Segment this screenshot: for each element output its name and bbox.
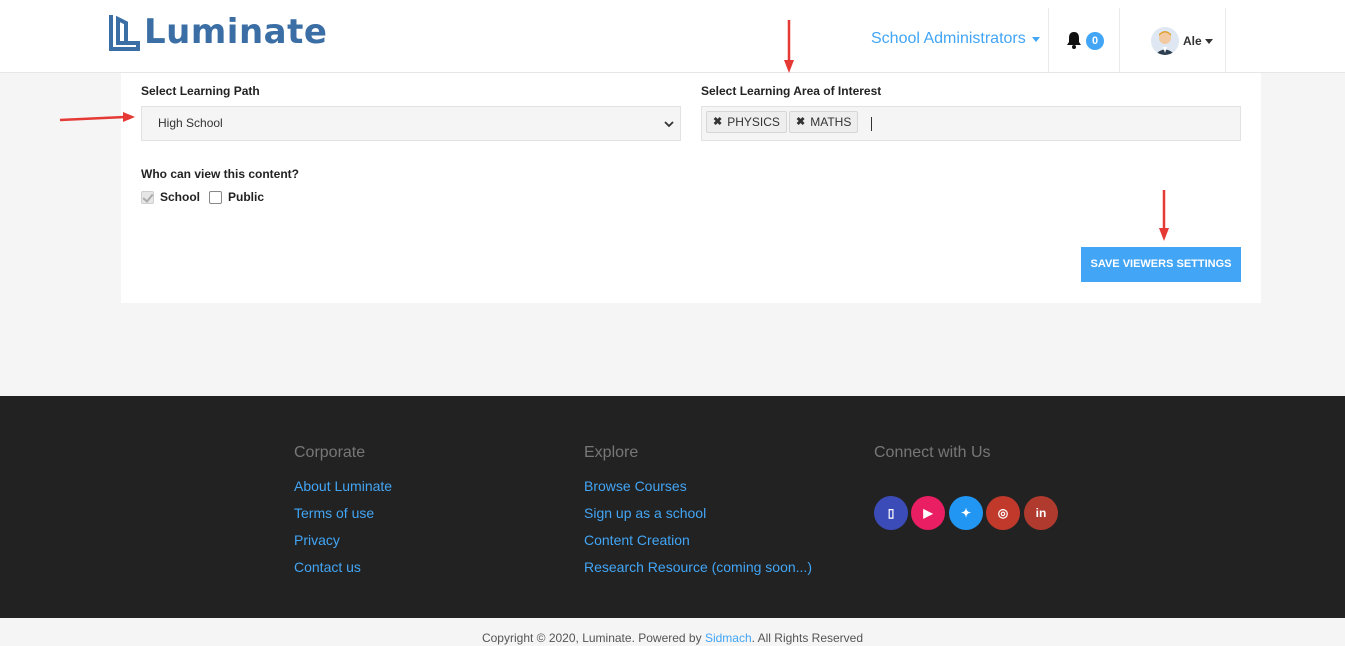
learning-path-select[interactable]: High School <box>141 106 681 141</box>
annotation-arrow-icon <box>1159 190 1169 241</box>
footer-link-terms[interactable]: Terms of use <box>294 505 374 521</box>
remove-tag-icon[interactable]: ✖ <box>713 112 722 132</box>
learning-path-label: Select Learning Path <box>141 84 260 98</box>
luminate-logo[interactable]: Luminate <box>108 10 327 54</box>
chevron-down-icon <box>1204 38 1213 44</box>
chevron-down-icon <box>664 121 674 128</box>
footer-link-privacy[interactable]: Privacy <box>294 532 340 548</box>
tag-label: MATHS <box>810 115 852 129</box>
footer-link-contact[interactable]: Contact us <box>294 559 361 575</box>
annotation-arrow-icon <box>784 20 794 73</box>
notification-badge: 0 <box>1086 32 1104 50</box>
checkbox-school-row[interactable]: School <box>141 190 200 204</box>
youtube-icon[interactable]: ▶ <box>911 496 945 530</box>
chevron-down-icon <box>1031 36 1040 42</box>
public-checkbox[interactable] <box>209 190 222 204</box>
text-cursor <box>871 117 872 131</box>
annotation-arrow-icon <box>59 112 135 122</box>
site-footer: Corporate About Luminate Terms of use Pr… <box>0 396 1345 618</box>
instagram-icon[interactable]: ◎ <box>986 496 1020 530</box>
avatar[interactable] <box>1151 27 1179 55</box>
role-dropdown[interactable]: School Administrators <box>871 30 1040 48</box>
remove-tag-icon[interactable]: ✖ <box>796 112 805 132</box>
learning-area-label: Select Learning Area of Interest <box>701 84 882 98</box>
facebook-icon[interactable]: ▯ <box>874 496 908 530</box>
tag-physics: ✖ PHYSICS <box>706 111 787 133</box>
user-menu[interactable]: Ale <box>1183 34 1213 48</box>
viewers-label: Who can view this content? <box>141 167 300 181</box>
nav-divider <box>1048 8 1049 72</box>
learning-path-value: High School <box>158 116 223 130</box>
footer-link-about[interactable]: About Luminate <box>294 478 392 494</box>
role-label: School Administrators <box>871 30 1026 47</box>
tag-maths: ✖ MATHS <box>789 111 859 133</box>
bell-icon[interactable] <box>1064 30 1084 50</box>
checkbox-public-row[interactable]: Public <box>209 190 264 204</box>
top-header: Luminate School Administrators 0 Ale <box>0 0 1345 73</box>
public-checkbox-label: Public <box>228 190 265 204</box>
sidmach-link[interactable]: Sidmach <box>705 631 752 645</box>
logo-mark-icon <box>109 15 140 51</box>
linkedin-icon[interactable]: in <box>1024 496 1058 530</box>
tag-label: PHYSICS <box>727 115 780 129</box>
user-name: Ale <box>1183 34 1202 48</box>
learning-area-input[interactable]: ✖ PHYSICS ✖ MATHS <box>701 106 1241 141</box>
school-checkbox-label: School <box>160 190 201 204</box>
footer-link-content-creation[interactable]: Content Creation <box>584 532 690 548</box>
copyright-text: Copyright © 2020, Luminate. Powered by S… <box>0 631 1345 645</box>
footer-link-research-resource[interactable]: Research Resource (coming soon...) <box>584 559 812 575</box>
footer-heading-corporate: Corporate <box>294 444 366 461</box>
brand-name: Luminate <box>144 12 328 52</box>
twitter-icon[interactable]: ✦ <box>949 496 983 530</box>
footer-link-browse-courses[interactable]: Browse Courses <box>584 478 687 494</box>
footer-heading-connect: Connect with Us <box>874 444 991 461</box>
save-viewers-settings-button[interactable]: SAVE VIEWERS SETTINGS <box>1081 247 1241 282</box>
footer-link-signup-school[interactable]: Sign up as a school <box>584 505 706 521</box>
copyright-prefix: Copyright © 2020, Luminate. Powered by <box>481 631 705 645</box>
school-checkbox[interactable] <box>141 190 154 204</box>
copyright-suffix: . All Rights Reserved <box>751 631 864 645</box>
nav-divider <box>1119 8 1120 72</box>
nav-divider <box>1225 8 1226 72</box>
footer-heading-explore: Explore <box>584 444 639 461</box>
